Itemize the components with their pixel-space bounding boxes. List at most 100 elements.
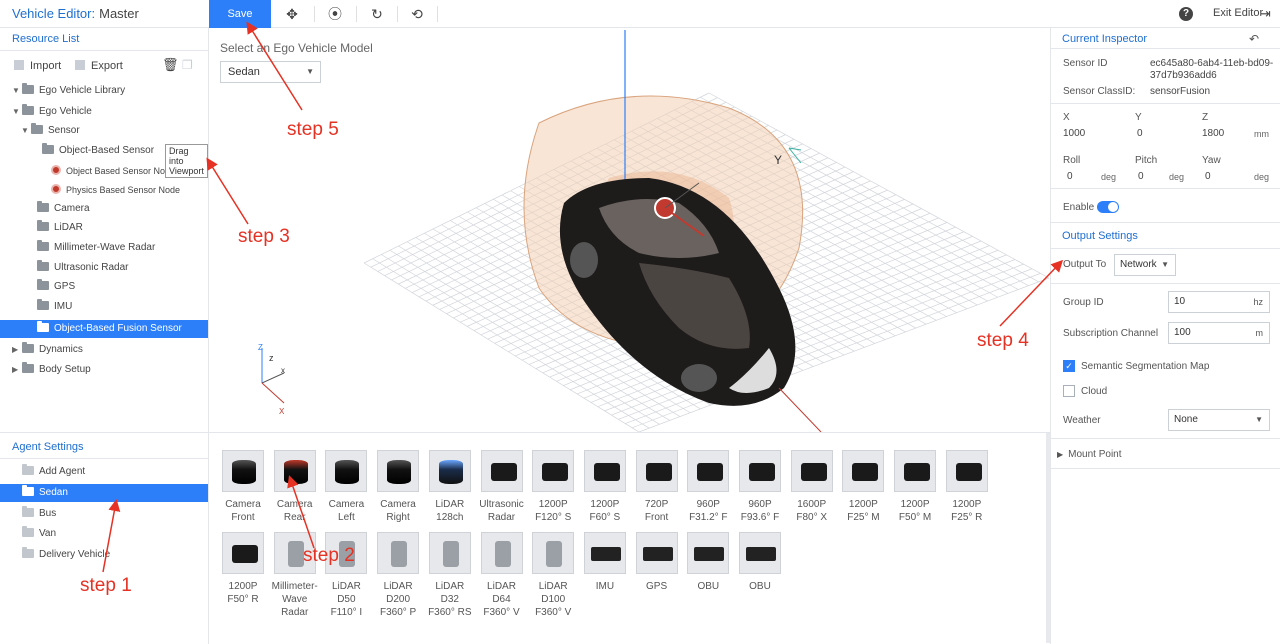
output-to-select[interactable]: Network ▼ [1114,254,1176,276]
tree-label: Ego Vehicle Library [39,85,126,96]
tree-item-gps[interactable]: GPS [0,278,208,296]
semantic-segmentation-checkbox[interactable]: ✓ [1063,360,1075,372]
sensor-asset-tile[interactable]: 1200P F25° M [839,450,887,524]
sensor-asset-tile[interactable]: LiDAR D200 F360° P [374,532,422,619]
rotate-tool-icon[interactable]: ↻ [366,4,388,24]
help-icon[interactable]: ? [1179,7,1193,21]
sensor-asset-tile[interactable]: OBU [684,532,732,593]
sensor-asset-label: 720P Front [633,498,681,524]
sensor-asset-tile[interactable]: OBU [736,532,784,593]
sensor-asset-tile[interactable]: 1200P F50° R [219,532,267,606]
z-input[interactable]: 1800 [1202,128,1224,139]
tree-item-sensor[interactable]: ▼ Sensor [0,122,208,140]
sensor-asset-label-line2: F93.6° F [740,512,780,523]
import-button[interactable]: Import [14,60,61,72]
agent-bus[interactable]: Bus [0,505,208,523]
roll-input[interactable]: 0 [1067,171,1073,182]
chevron-down-icon: ▼ [306,67,314,76]
sensor-asset-label-line2: Wave Radar [281,594,309,618]
move-tool-icon[interactable]: ✥ [281,4,303,24]
sensor-asset-tile[interactable]: 1200P F25° R [943,450,991,524]
sensor-model-icon [494,541,511,567]
tree-item-camera[interactable]: Camera [0,200,208,218]
exit-icon[interactable]: ⇥ [1260,6,1271,22]
sensor-asset-tile[interactable]: 720P Front [633,450,681,524]
agent-add[interactable]: Add Agent [0,463,208,481]
3d-viewport[interactable]: Y Z z x X Select an Ego Vehicle Model Se… [209,28,1050,432]
sensor-asset-tile[interactable]: LiDAR 128ch [426,450,474,524]
sensor-asset-tile[interactable]: Camera Right [374,450,422,524]
axis-indicator: Z z x X [258,343,285,416]
sensor-id-value-line1: ec645a80-6ab4-11eb-bd09- [1150,58,1274,69]
mount-point-row[interactable]: ▶ Mount Point [1057,449,1122,460]
copy-icon[interactable]: ❐ [182,58,193,72]
exit-editor-button[interactable]: Exit Editor [1213,7,1263,19]
tree-item-imu[interactable]: IMU [0,298,208,316]
agent-delivery-vehicle[interactable]: Delivery Vehicle [0,546,208,564]
sensor-asset-tile[interactable]: GPS [633,532,681,593]
view-tool-icon[interactable]: ⦿ [324,4,346,24]
x-input[interactable]: 1000 [1063,128,1085,139]
tree-item-lidar[interactable]: LiDAR [0,219,208,237]
tree-item-physics-based-sensor-node[interactable]: Physics Based Sensor Node [0,181,208,199]
tree-item-body-setup[interactable]: ▶ Body Setup [0,361,208,379]
folder-icon [22,506,34,517]
sensor-asset-tile[interactable]: LiDAR D32 F360° RS [426,532,474,619]
sensor-thumbnail [687,450,730,492]
step4-annotation: step 4 [977,330,1029,351]
sensor-asset-tile[interactable]: 1600P F80° X [788,450,836,524]
sensor-asset-tile[interactable]: LiDAR D100 F360° V [529,532,577,619]
sensor-asset-tile[interactable]: Ultrasonic Radar [478,450,526,524]
sensor-asset-label: 960P F31.2° F [684,498,732,524]
agent-van[interactable]: Van [0,525,208,543]
scene-canvas[interactable]: Y Z z x X [209,28,1050,432]
tree-item-object-based-fusion-sensor[interactable]: Object-Based Fusion Sensor [0,320,208,338]
tree-item-ultrasonic-radar[interactable]: Ultrasonic Radar [0,259,208,277]
reset-tool-icon[interactable]: ⟲ [406,4,428,24]
position-unit: mm [1254,129,1269,139]
sensor-asset-label-line2: Right [386,512,410,523]
sensor-asset-tile[interactable]: Camera Rear [271,450,319,524]
divider [1051,188,1280,189]
top-bar: Vehicle Editor: Master Save ✥ ⦿ ↻ ⟲ ? Exi… [0,0,1280,28]
sensor-asset-label: Ultrasonic Radar [478,498,526,524]
sensor-asset-label: 1200P F50° R [219,580,267,606]
sensor-asset-tile[interactable]: 960P F93.6° F [736,450,784,524]
sensor-asset-tile[interactable]: LiDAR D64 F360° V [478,532,526,619]
model-select-value: Sedan [228,66,260,78]
pitch-input[interactable]: 0 [1138,171,1144,182]
drag-into-viewport-tooltip: Drag into Viewport [165,144,208,178]
pitch-label: Pitch [1135,155,1158,166]
tree-item-ego-vehicle-library[interactable]: ▼ Ego Vehicle Library [0,82,208,100]
y-input[interactable]: 0 [1137,128,1143,139]
tree-item-dynamics[interactable]: ▶ Dynamics [0,341,208,359]
sensor-asset-tile[interactable]: 1200P F50° M [891,450,939,524]
sensor-asset-label-line2: F60° S [589,512,621,523]
weather-select[interactable]: None ▼ [1168,409,1270,431]
chevron-right-icon: ▶ [1057,450,1064,459]
group-id-input[interactable]: 10 hz [1168,291,1270,313]
cloud-checkbox[interactable] [1063,385,1075,397]
enable-toggle[interactable] [1097,201,1119,213]
sensor-asset-label-line1: 1200P [848,499,878,510]
model-select[interactable]: Sedan ▼ [220,61,321,83]
yaw-input[interactable]: 0 [1205,171,1211,182]
save-button[interactable]: Save [209,0,271,28]
sensor-asset-tile[interactable]: 960P F31.2° F [684,450,732,524]
tree-item-mmwave-radar[interactable]: Millimeter-Wave Radar [0,239,208,257]
sensor-asset-tile[interactable]: Camera Left [322,450,370,524]
sensor-asset-label: Millimeter- Wave Radar [271,580,319,619]
undo-icon[interactable]: ↶ [1249,32,1259,46]
sensor-asset-tile[interactable]: Camera Front [219,450,267,524]
delete-icon[interactable]: 🗑 [162,57,179,73]
resource-list-title: Resource List [12,33,80,45]
sensor-asset-tile[interactable]: 1200P F60° S [581,450,629,524]
subscription-channel-input[interactable]: 100 m [1168,322,1270,344]
sensor-asset-tile[interactable]: IMU [581,532,629,593]
tree-item-ego-vehicle[interactable]: ▼ Ego Vehicle [0,103,208,121]
sensor-model-icon [694,547,725,561]
export-button[interactable]: Export [75,60,123,72]
divider [1051,438,1280,439]
sensor-asset-tile[interactable]: 1200P F120° S [529,450,577,524]
agent-sedan[interactable]: Sedan [0,484,208,502]
